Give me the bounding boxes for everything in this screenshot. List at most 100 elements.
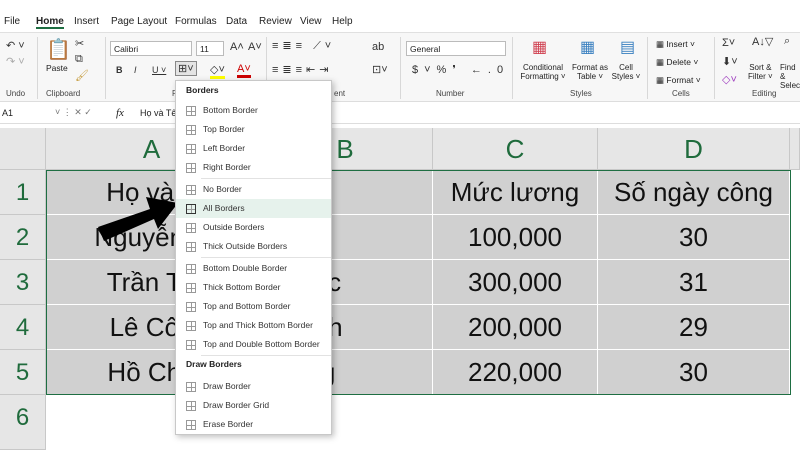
row-header-6[interactable]: 6 [0,395,46,450]
select-all[interactable] [0,128,46,170]
group-cells-label: Cells [672,89,690,98]
menu-item-left-border[interactable]: Left Border [176,139,331,158]
borders-dropdown-menu: Borders Bottom Border Top Border Left Bord… [175,80,332,435]
number-format-icons[interactable]: $˅%❜ ←.0 [412,63,509,76]
menu-heading-borders: Borders [186,85,219,95]
menu-item-top-and-double-bottom-border[interactable]: Top and Double Bottom Border [176,335,331,354]
tab-insert[interactable]: Insert [74,16,99,27]
clear-icon[interactable]: ◇˅ [722,73,737,86]
fill-icon[interactable]: ⬇˅ [722,55,738,68]
row-header-2[interactable]: 2 [0,215,46,260]
menu-item-top-border[interactable]: Top Border [176,120,331,139]
right-border-icon [186,163,196,173]
insert-cells-button[interactable]: ▦ Insert ˅ [656,39,695,50]
cell-styles-icon[interactable]: ▤ [620,37,635,57]
menu-item-bottom-border[interactable]: Bottom Border [176,101,331,120]
menu-item-bottom-double-border[interactable]: Bottom Double Border [176,259,331,278]
format-painter-icon[interactable]: 🖌 [75,69,89,82]
merge-center-icon[interactable]: ⊡˅ [372,63,388,76]
group-styles-label: Styles [570,89,592,98]
draw-border-grid-icon [186,401,196,411]
tab-home[interactable]: Home [36,16,64,29]
group-clipboard-label: Clipboard [46,89,81,98]
group-alignment-label: ent [334,89,346,98]
formula-input[interactable]: Họ và Tê [140,108,176,118]
menu-item-erase-border[interactable]: Erase Border [176,415,331,434]
bottom-double-border-icon [186,264,196,274]
menu-item-thick-bottom-border[interactable]: Thick Bottom Border [176,278,331,297]
draw-border-icon [186,382,196,392]
row-header-3[interactable]: 3 [0,260,46,305]
number-format-select[interactable]: General [406,41,506,56]
copy-icon[interactable]: ⧉ [75,53,83,66]
font-color-icon[interactable]: A˅ [237,63,251,78]
menu-item-draw-border-grid[interactable]: Draw Border Grid [176,396,331,415]
tab-data[interactable]: Data [226,16,247,27]
group-undo-label: Undo [6,89,26,98]
redo-icon[interactable]: ↷ ˅ [6,55,25,68]
fill-color-icon[interactable]: ◇˅ [210,63,225,79]
decrease-font-icon[interactable]: A˅ [248,41,262,53]
wrap-text-icon[interactable]: ab [372,41,384,53]
function-icon[interactable]: fx [116,107,124,119]
top-and-bottom-border-icon [186,302,196,312]
left-border-icon [186,144,196,154]
menu-item-right-border[interactable]: Right Border [176,158,331,177]
format-as-table-icon[interactable]: ▦ [580,37,595,57]
format-cells-button[interactable]: ▦ Format ˅ [656,75,701,86]
conditional-formatting-icon[interactable]: ▦ [532,37,547,57]
tab-formulas[interactable]: Formulas [175,16,217,27]
delete-cells-button[interactable]: ▦ Delete ˅ [656,57,698,68]
menu-heading-draw-borders: Draw Borders [186,359,242,369]
undo-icon[interactable]: ↶ ˅ [6,39,25,52]
tab-file[interactable]: File [4,16,20,27]
row-header-5[interactable]: 5 [0,350,46,395]
erase-border-icon [186,420,196,430]
column-header-d[interactable]: D [598,128,790,170]
find-select-button[interactable]: Find &Select [780,63,800,90]
underline-icon[interactable]: U ˅ [152,65,166,75]
bold-icon[interactable]: B [116,65,123,75]
menu-item-thick-outside-borders[interactable]: Thick Outside Borders [176,237,331,256]
tab-view[interactable]: View [300,16,322,27]
name-box[interactable]: A1 [2,108,62,118]
row-header-4[interactable]: 4 [0,305,46,350]
group-editing-label: Editing [752,89,777,98]
tab-help[interactable]: Help [332,16,353,27]
spreadsheet-grid: A B C D 1Họ và Tức vụMức lươngSố ngày cô… [0,128,800,450]
borders-dropdown-button[interactable]: ⊞˅ [175,61,197,76]
horizontal-align-icons[interactable]: ≡≣≡⇤⇥ [272,63,333,76]
row-header-1[interactable]: 1 [0,170,46,215]
format-as-table-button[interactable]: Format as Table ˅ [570,63,610,81]
tab-page-layout[interactable]: Page Layout [111,16,167,27]
tab-review[interactable]: Review [259,16,292,27]
menu-item-top-and-thick-bottom-border[interactable]: Top and Thick Bottom Border [176,316,331,335]
italic-icon[interactable]: I [134,65,137,75]
font-name-select[interactable]: Calibri [110,41,192,56]
all-borders-icon [186,204,196,214]
cell-styles-button[interactable]: Cell Styles ˅ [610,63,642,81]
formula-bar: A1 ˅ ⋮ ✕ ✓ fx Họ và Tê [0,104,800,124]
find-icon: ⌕ [784,35,791,47]
conditional-formatting-button[interactable]: Conditional Formatting ˅ [518,63,568,81]
increase-font-icon[interactable]: A˄ [230,41,244,53]
menu-item-outside-borders[interactable]: Outside Borders [176,218,331,237]
ribbon: ↶ ˅ ↷ ˅ Undo 📋 Paste ✂ ⧉ 🖌 Clipboard Cal… [0,32,800,102]
paste-icon[interactable]: 📋 [46,37,71,62]
column-header-c[interactable]: C [433,128,598,170]
top-border-icon [186,125,196,135]
sort-filter-button[interactable]: Sort & Filter ˅ [748,63,773,81]
top-and-double-bottom-border-icon [186,340,196,350]
thick-bottom-border-icon [186,283,196,293]
cut-icon[interactable]: ✂ [75,37,84,50]
font-size-select[interactable]: 11 [196,41,224,56]
menu-item-all-borders[interactable]: All Borders [176,199,331,218]
menu-item-no-border[interactable]: No Border [176,180,331,199]
no-border-icon [186,185,196,195]
menu-item-top-and-bottom-border[interactable]: Top and Bottom Border [176,297,331,316]
outside-borders-icon [186,223,196,233]
paste-button[interactable]: Paste [46,63,68,73]
autosum-icon[interactable]: Σ˅ [722,37,735,49]
vertical-align-icons[interactable]: ≡≣≡ ⟋˅ [272,39,335,53]
menu-item-draw-border[interactable]: Draw Border [176,377,331,396]
